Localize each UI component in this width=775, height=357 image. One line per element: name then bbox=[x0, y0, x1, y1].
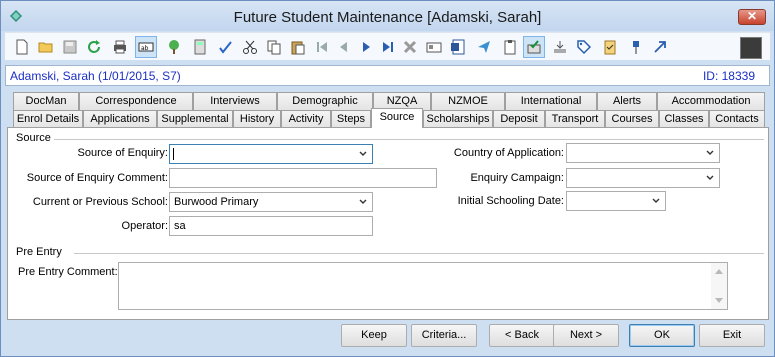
schooling-date-picker[interactable] bbox=[566, 191, 666, 211]
country-label: Country of Application: bbox=[453, 147, 564, 159]
tab-source[interactable]: Source bbox=[371, 108, 423, 128]
back-button[interactable]: < Back bbox=[489, 324, 555, 347]
paste-icon[interactable] bbox=[287, 36, 309, 58]
previous-school-select[interactable]: Burwood Primary bbox=[169, 192, 373, 212]
last-record-icon[interactable] bbox=[377, 36, 399, 58]
tab-docman[interactable]: DocMan bbox=[13, 92, 79, 110]
operator-label: Operator: bbox=[121, 220, 168, 232]
tab-alerts[interactable]: Alerts bbox=[597, 92, 657, 110]
pre-entry-comment-textarea[interactable] bbox=[118, 262, 728, 310]
source-group-line bbox=[54, 139, 764, 140]
tab-nzmoe[interactable]: NZMOE bbox=[431, 92, 505, 110]
operator-input[interactable]: sa bbox=[169, 216, 373, 236]
spellcheck-icon[interactable] bbox=[215, 36, 237, 58]
tab-supplemental[interactable]: Supplemental bbox=[157, 110, 233, 128]
pin-icon[interactable] bbox=[625, 36, 647, 58]
toolbar: ab bbox=[5, 32, 770, 60]
tab-deposit[interactable]: Deposit bbox=[493, 110, 545, 128]
tab-accommodation[interactable]: Accommodation bbox=[657, 92, 765, 110]
source-comment-label: Source of Enquiry Comment: bbox=[26, 172, 168, 184]
tab-demographic[interactable]: Demographic bbox=[277, 92, 373, 110]
delete-icon[interactable] bbox=[399, 36, 421, 58]
source-comment-input[interactable] bbox=[169, 168, 437, 188]
arrow-icon[interactable] bbox=[649, 36, 671, 58]
tab-correspondence[interactable]: Correspondence bbox=[79, 92, 193, 110]
exit-button[interactable]: Exit bbox=[699, 324, 765, 347]
tab-classes[interactable]: Classes bbox=[659, 110, 709, 128]
source-group-title: Source bbox=[16, 132, 51, 144]
tab-interviews[interactable]: Interviews bbox=[193, 92, 277, 110]
tab-history[interactable]: History bbox=[233, 110, 281, 128]
approve-icon[interactable] bbox=[523, 36, 545, 58]
tree-icon[interactable] bbox=[163, 36, 185, 58]
chevron-down-icon bbox=[706, 175, 714, 180]
clipboard-icon[interactable] bbox=[499, 36, 521, 58]
save-icon[interactable] bbox=[59, 36, 81, 58]
import-icon[interactable] bbox=[549, 36, 571, 58]
pre-entry-group-title: Pre Entry bbox=[16, 246, 62, 258]
close-button[interactable]: ✕ bbox=[738, 9, 766, 25]
print-icon[interactable] bbox=[109, 36, 131, 58]
criteria-button[interactable]: Criteria... bbox=[411, 324, 477, 347]
source-of-enquiry-label: Source of Enquiry: bbox=[77, 147, 169, 159]
first-record-icon[interactable] bbox=[311, 36, 333, 58]
cut-icon[interactable] bbox=[239, 36, 261, 58]
window-title: Future Student Maintenance [Adamski, Sar… bbox=[233, 9, 542, 26]
vertical-scrollbar[interactable] bbox=[711, 263, 727, 309]
student-header: Adamski, Sarah (1/01/2015, S7) ID: 18339 bbox=[5, 65, 770, 86]
copy-icon[interactable] bbox=[263, 36, 285, 58]
tab-steps[interactable]: Steps bbox=[331, 110, 371, 128]
sidebar-toggle-icon[interactable] bbox=[740, 37, 762, 59]
refresh-icon[interactable] bbox=[83, 36, 105, 58]
previous-school-label: Current or Previous School: bbox=[32, 196, 168, 208]
source-panel: Source Source of Enquiry: Source of Enqu… bbox=[7, 127, 769, 320]
title-bar: Future Student Maintenance [Adamski, Sar… bbox=[1, 1, 774, 31]
schooling-date-label: Initial Schooling Date: bbox=[457, 195, 564, 207]
open-folder-icon[interactable] bbox=[35, 36, 57, 58]
keep-button[interactable]: Keep bbox=[341, 324, 407, 347]
chevron-down-icon bbox=[652, 198, 660, 203]
send-icon[interactable] bbox=[473, 36, 495, 58]
button-bar: Keep Criteria... < Back Next > OK Exit bbox=[5, 321, 770, 354]
calculator-icon[interactable] bbox=[189, 36, 211, 58]
tag-icon[interactable] bbox=[573, 36, 595, 58]
chevron-down-icon bbox=[706, 150, 714, 155]
source-of-enquiry-select[interactable] bbox=[169, 144, 373, 164]
svg-text:ab: ab bbox=[141, 45, 149, 52]
word-icon[interactable] bbox=[447, 36, 469, 58]
tab-courses[interactable]: Courses bbox=[605, 110, 659, 128]
prev-record-icon[interactable] bbox=[333, 36, 355, 58]
tab-contacts[interactable]: Contacts bbox=[709, 110, 765, 128]
next-record-icon[interactable] bbox=[355, 36, 377, 58]
country-select[interactable] bbox=[566, 143, 720, 163]
new-doc-icon[interactable] bbox=[11, 36, 33, 58]
scroll-up-icon[interactable] bbox=[715, 269, 723, 274]
tab-transport[interactable]: Transport bbox=[545, 110, 605, 128]
tab-enrol-details[interactable]: Enrol Details bbox=[13, 110, 83, 128]
checklist-icon[interactable] bbox=[599, 36, 621, 58]
previous-school-value: Burwood Primary bbox=[174, 196, 259, 208]
student-name: Adamski, Sarah (1/01/2015, S7) bbox=[10, 69, 181, 83]
chevron-down-icon bbox=[359, 151, 367, 156]
campaign-label: Enquiry Campaign: bbox=[470, 172, 564, 184]
chevron-down-icon bbox=[359, 199, 367, 204]
tab-applications[interactable]: Applications bbox=[83, 110, 157, 128]
student-id: ID: 18339 bbox=[702, 69, 755, 83]
scroll-down-icon[interactable] bbox=[715, 298, 723, 303]
pre-entry-group-line bbox=[74, 253, 764, 254]
tab-scholarships[interactable]: Scholarships bbox=[423, 110, 493, 128]
window: Future Student Maintenance [Adamski, Sar… bbox=[0, 0, 775, 357]
pre-entry-comment-label: Pre Entry Comment: bbox=[18, 266, 118, 278]
tab-activity[interactable]: Activity bbox=[281, 110, 331, 128]
field-icon[interactable]: ab bbox=[135, 36, 157, 58]
campaign-select[interactable] bbox=[566, 168, 720, 188]
tab-international[interactable]: International bbox=[505, 92, 597, 110]
next-button[interactable]: Next > bbox=[553, 324, 619, 347]
card-icon[interactable] bbox=[423, 36, 445, 58]
ok-button[interactable]: OK bbox=[629, 324, 695, 347]
text-caret bbox=[173, 148, 174, 160]
